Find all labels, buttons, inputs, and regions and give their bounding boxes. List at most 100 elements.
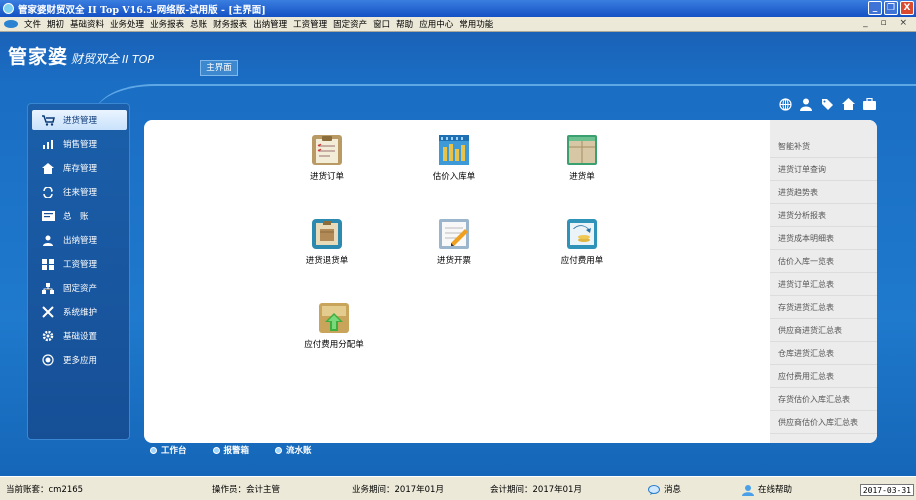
user-icon[interactable] — [799, 97, 813, 111]
report-link[interactable]: 进货分析报表 — [770, 204, 877, 227]
report-link[interactable]: 存货估价入库汇总表 — [770, 388, 877, 411]
app-menu-icon[interactable] — [4, 20, 18, 28]
status-date: 2017-03-31 — [859, 484, 914, 496]
menu-payroll[interactable]: 工资管理 — [290, 18, 330, 30]
menu-help[interactable]: 帮助 — [393, 18, 416, 30]
sidebar-item-label: 库存管理 — [63, 164, 98, 174]
report-link[interactable]: 存货进货汇总表 — [770, 296, 877, 319]
logo-sub: 财贸双全 — [71, 52, 120, 66]
close-button[interactable]: X — [900, 1, 914, 15]
logo-main: 管家婆 — [8, 46, 69, 68]
sidebar-item-label: 工资管理 — [63, 260, 98, 270]
tools-icon — [41, 305, 55, 319]
tab-label: 流水账 — [286, 446, 312, 456]
function-purchase-return[interactable]: 进货退货单 — [287, 217, 367, 266]
status-operator: 操作员：会计主管 — [212, 485, 281, 495]
app-icon — [3, 3, 14, 14]
sidebar-item-maintenance[interactable]: 系统维护 — [32, 302, 127, 322]
status-bar: 当前账套：cm2165 操作员：会计主管 业务期间：2017年01月 会计期间：… — [0, 476, 916, 500]
status-account: 当前账套：cm2165 — [6, 485, 84, 495]
function-purchase-order[interactable]: 进货订单 — [287, 133, 367, 182]
function-label: 应付费用单 — [560, 256, 604, 266]
more-icon — [41, 353, 55, 367]
function-payable-expense[interactable]: 应付费用单 — [542, 217, 622, 266]
online-help-link[interactable]: 在线帮助 — [742, 483, 792, 496]
menu-file[interactable]: 文件 — [21, 18, 44, 30]
sidebar-item-label: 出纳管理 — [63, 236, 98, 246]
function-label: 进货退货单 — [305, 256, 349, 266]
sidebar-item-accounts[interactable]: 往来管理 — [32, 182, 127, 202]
invoice-pen-icon — [439, 219, 469, 249]
title-bar: 管家婆财贸双全 II Top V16.5-网络版-试用版 - [主界面] _ ❐… — [0, 0, 916, 17]
menu-window[interactable]: 窗口 — [370, 18, 393, 30]
menu-general-ledger[interactable]: 总账 — [187, 18, 210, 30]
sidebar-item-ledger[interactable]: 总 账 — [32, 206, 127, 226]
sidebar-item-sales[interactable]: 销售管理 — [32, 134, 127, 154]
menu-common-functions[interactable]: 常用功能 — [456, 18, 496, 30]
sidebar-item-label: 系统维护 — [63, 308, 98, 318]
function-estimated-receipt[interactable]: 估价入库单 — [414, 133, 494, 182]
minimize-button[interactable]: _ — [868, 1, 882, 15]
report-link[interactable]: 进货订单汇总表 — [770, 273, 877, 296]
menu-fixed-assets[interactable]: 固定资产 — [330, 18, 370, 30]
menu-business-reports[interactable]: 业务报表 — [147, 18, 187, 30]
message-link[interactable]: 消息 — [648, 483, 681, 495]
sidebar-item-label: 固定资产 — [63, 284, 98, 294]
maximize-button[interactable]: ❐ — [884, 1, 898, 15]
function-label: 估价入库单 — [432, 172, 476, 182]
report-link[interactable]: 进货成本明细表 — [770, 227, 877, 250]
status-accounting-period: 会计期间：2017年01月 — [490, 485, 582, 495]
report-link[interactable]: 应付费用汇总表 — [770, 365, 877, 388]
sidebar-item-inventory[interactable]: 库存管理 — [32, 158, 127, 178]
report-link[interactable]: 估价入库一览表 — [770, 250, 877, 273]
function-purchase-receipt[interactable]: 进货单 — [542, 133, 622, 182]
menu-app-center[interactable]: 应用中心 — [416, 18, 456, 30]
report-link[interactable]: 仓库进货汇总表 — [770, 342, 877, 365]
tab-journal[interactable]: 流水账 — [275, 444, 312, 456]
mdi-controls[interactable]: _ ▫ × — [863, 18, 912, 28]
grid-icon — [41, 257, 55, 271]
tag-icon[interactable] — [820, 97, 834, 111]
house-icon — [41, 161, 55, 175]
exchange-icon — [41, 185, 55, 199]
function-label: 进货开票 — [436, 256, 471, 266]
function-purchase-invoice[interactable]: 进货开票 — [414, 217, 494, 266]
header: 管家婆 财贸双全 II TOP 主界面 — [0, 32, 916, 84]
chat-bubble-icon — [648, 484, 660, 495]
menu-business[interactable]: 业务处理 — [107, 18, 147, 30]
menu-opening[interactable]: 期初 — [44, 18, 67, 30]
chart-icon — [41, 137, 55, 151]
ledger-icon — [41, 209, 55, 223]
globe-icon[interactable] — [778, 97, 792, 111]
menu-financial-reports[interactable]: 财务报表 — [210, 18, 250, 30]
sidebar-item-more-apps[interactable]: 更多应用 — [32, 350, 127, 370]
report-link[interactable]: 进货订单查询 — [770, 158, 877, 181]
home-icon[interactable] — [841, 97, 855, 111]
briefcase-icon[interactable] — [862, 97, 876, 111]
function-label: 应付费用分配单 — [304, 340, 364, 350]
sidebar-item-fixed-assets[interactable]: 固定资产 — [32, 278, 127, 298]
bottom-tabs: 工作台 报警箱 流水账 — [150, 443, 550, 457]
function-payable-allocation[interactable]: 应付费用分配单 — [294, 301, 374, 350]
sidebar-item-payroll[interactable]: 工资管理 — [32, 254, 127, 274]
support-person-icon — [742, 484, 754, 496]
report-link[interactable]: 供应商估价入库汇总表 — [770, 411, 877, 434]
bullet-icon — [150, 446, 157, 454]
return-box-icon — [312, 219, 342, 249]
bullet-icon — [275, 446, 283, 454]
sidebar-item-label: 销售管理 — [63, 140, 98, 150]
report-link[interactable]: 智能补货 — [770, 135, 877, 158]
menu-cashier[interactable]: 出纳管理 — [250, 18, 290, 30]
box-icon — [567, 135, 597, 165]
tab-workbench[interactable]: 工作台 — [150, 444, 187, 456]
report-link[interactable]: 供应商进货汇总表 — [770, 319, 877, 342]
tab-alarm-box[interactable]: 报警箱 — [212, 444, 250, 456]
sidebar-item-settings[interactable]: 基础设置 — [32, 326, 127, 346]
report-shortcut-panel: 智能补货 进货订单查询 进货趋势表 进货分析报表 进货成本明细表 估价入库一览表… — [770, 120, 877, 443]
sidebar-item-purchase[interactable]: 进货管理 — [32, 110, 127, 130]
report-link[interactable]: 进货趋势表 — [770, 181, 877, 204]
menu-basic-data[interactable]: 基础资料 — [67, 18, 107, 30]
tab-main-interface[interactable]: 主界面 — [200, 60, 238, 76]
sidebar-item-cashier[interactable]: 出纳管理 — [32, 230, 127, 250]
tab-label: 报警箱 — [223, 446, 250, 456]
